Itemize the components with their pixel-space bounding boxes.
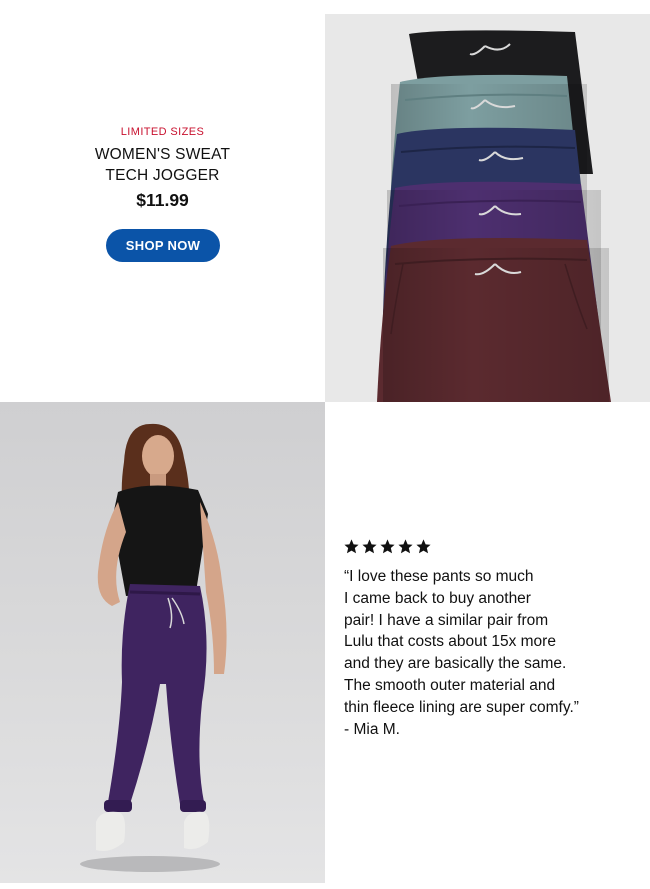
product-name: WOMEN'S SWEAT TECH JOGGER (0, 145, 325, 186)
star-icon (344, 539, 359, 554)
star-icon (380, 539, 395, 554)
folded-joggers-illustration (377, 30, 611, 402)
product-name-line-2: TECH JOGGER (105, 166, 220, 184)
product-price: $11.99 (136, 190, 189, 210)
star-icon (398, 539, 413, 554)
customer-review: “I love these pants so much I came back … (325, 402, 650, 883)
jogger-colors-image[interactable] (325, 14, 650, 402)
star-icon (362, 539, 377, 554)
model-illustration (80, 423, 227, 872)
rating-stars (343, 538, 432, 555)
star-icon (416, 539, 431, 554)
review-text: “I love these pants so much I came back … (344, 568, 579, 738)
model-photo[interactable] (0, 402, 325, 883)
shop-now-button[interactable]: SHOP NOW (106, 229, 220, 262)
product-name-line-1: WOMEN'S SWEAT (94, 146, 231, 163)
limited-sizes-badge: LIMITED SIZES (120, 126, 205, 138)
product-info-panel: LIMITED SIZES WOMEN'S SWEAT TECH JOGGER … (0, 0, 325, 402)
